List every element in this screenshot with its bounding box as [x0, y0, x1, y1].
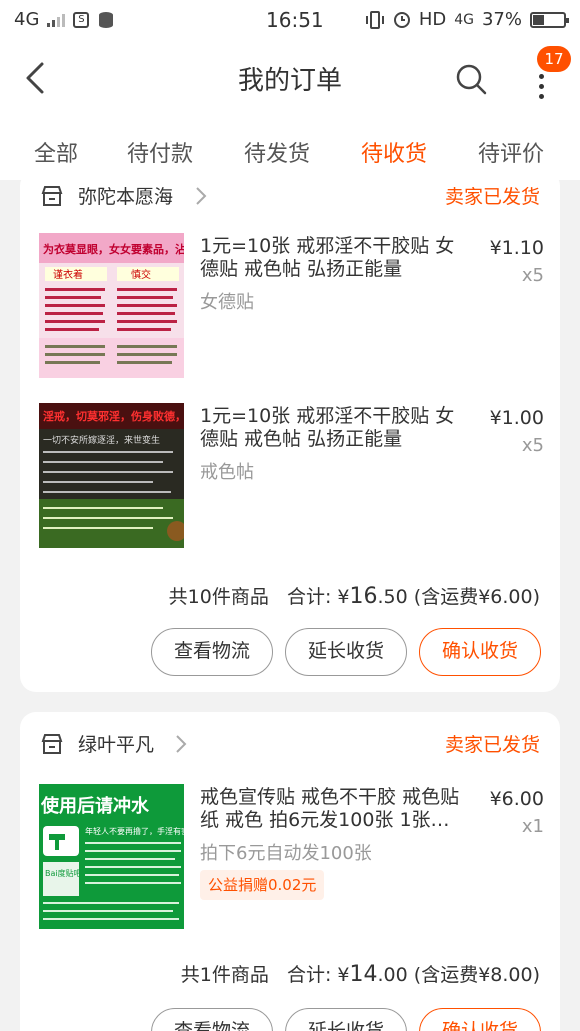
order-item[interactable]: 使用后请冲水 Bai度贴吧 戒色吧 年轻人不要再撸了，手淫有害 戒色宣传贴 戒色…	[20, 784, 560, 929]
total-label: 合计:	[286, 586, 332, 608]
alarm-icon	[393, 11, 410, 28]
status-bar: 4G S 16:51 HD 4G 37%	[0, 0, 580, 40]
thumbnail-logo: Bai度贴吧 戒色吧	[45, 868, 108, 878]
order-status: 卖家已发货	[444, 734, 540, 756]
extend-receipt-button[interactable]: 延长收货	[285, 628, 407, 676]
product-thumbnail: 为衣莫显眼，女女要素品，沾身更自爱，辛福文平 谨衣着 慎交	[39, 233, 184, 378]
product-thumbnail: 使用后请冲水 Bai度贴吧 戒色吧 年轻人不要再撸了，手淫有害	[39, 784, 184, 929]
total-amount-int: 14	[349, 962, 378, 987]
shop-name: 绿叶平凡	[78, 734, 155, 756]
thumbnail-headline: 淫戒，切莫邪淫，伤身败德，	[43, 409, 184, 423]
total-amount-dec: .00	[377, 964, 408, 986]
nav-header: 我的订单	[0, 40, 580, 118]
product-price: ¥1.10	[489, 237, 544, 259]
product-price: ¥1.00	[489, 407, 544, 429]
product-title: 1元=10张 戒邪淫不干胶贴 女德贴 戒色帖 弘扬正能量	[200, 235, 455, 280]
shop-name: 弥陀本愿海	[78, 186, 174, 208]
order-summary: 共1件商品 合计: ¥14.00 (含运费¥8.00)	[181, 960, 540, 987]
shop-row[interactable]: 弥陀本愿海 卖家已发货	[20, 170, 560, 226]
status-time: 16:51	[266, 8, 324, 32]
order-item[interactable]: 淫戒，切莫邪淫，伤身败德， 一切不安所嫁逐淫，来世变生 1元=10张 戒邪淫不干…	[20, 403, 560, 548]
charity-donation-tag: 公益捐赠0.02元	[200, 870, 325, 900]
view-logistics-button[interactable]: 查看物流	[151, 1008, 273, 1031]
total-currency: ¥	[337, 964, 350, 986]
shop-row[interactable]: 绿叶平凡 卖家已发货	[20, 718, 560, 774]
order-status: 卖家已发货	[444, 186, 540, 208]
order-card: 弥陀本愿海 卖家已发货 为衣莫显眼，女女要素品，沾身更自爱，辛福文平 谨衣着 慎…	[20, 170, 560, 692]
order-actions: 查看物流 延长收货 确认收货	[151, 628, 541, 676]
product-sku: 女德贴	[200, 292, 254, 313]
status-left: 4G S	[14, 9, 115, 30]
product-price: ¥6.00	[489, 788, 544, 810]
product-quantity: x5	[521, 435, 544, 456]
thumbnail-label-left: 谨衣着	[53, 268, 83, 281]
thumbnail-headline: 为衣莫显眼，女女要素品，沾身更自爱，辛福文平	[43, 242, 184, 256]
database-icon	[99, 11, 114, 28]
notification-badge: 17	[537, 46, 571, 72]
product-sku: 戒色帖	[200, 462, 254, 483]
product-quantity: x1	[521, 816, 544, 837]
thumbnail-headline: 使用后请冲水	[40, 795, 150, 817]
product-thumbnail: 淫戒，切莫邪淫，伤身败德， 一切不安所嫁逐淫，来世变生	[39, 403, 184, 548]
order-card: 绿叶平凡 卖家已发货 使用后请冲水 Bai度贴吧 戒色吧 年轻人不要再撸了，手淫…	[20, 712, 560, 1031]
confirm-receipt-button[interactable]: 确认收货	[419, 628, 541, 676]
extend-receipt-button[interactable]: 延长收货	[285, 1008, 407, 1031]
vibrate-icon	[365, 10, 384, 29]
total-amount-dec: .50	[377, 586, 408, 608]
product-quantity: x5	[521, 265, 544, 286]
order-summary: 共10件商品 合计: ¥16.50 (含运费¥6.00)	[169, 582, 540, 609]
item-count: 共10件商品	[168, 586, 269, 608]
thumbnail-caption: 一切不安所嫁逐淫，来世变生	[43, 434, 160, 446]
total-currency: ¥	[337, 586, 350, 608]
thumbnail-caption: 年轻人不要再撸了，手淫有害	[85, 826, 184, 836]
signal-icon	[47, 13, 66, 27]
order-actions: 查看物流 延长收货 确认收货	[151, 1008, 541, 1031]
search-icon[interactable]	[452, 60, 492, 100]
total-label: 合计:	[286, 964, 332, 986]
chevron-right-icon	[176, 735, 187, 753]
network-label: 4G	[14, 9, 40, 30]
shipping-fee: (含运费¥8.00)	[413, 964, 540, 986]
battery-percent: 37%	[481, 9, 522, 30]
product-title: 戒色宣传贴 戒色不干胶 戒色贴纸 戒色 拍6元发100张 1张…	[200, 786, 460, 831]
shop-icon	[41, 186, 63, 206]
tab-pending-receipt[interactable]: 待收货	[361, 136, 427, 168]
shop-icon	[41, 734, 63, 754]
battery-level-fill	[533, 14, 544, 25]
confirm-receipt-button[interactable]: 确认收货	[419, 1008, 541, 1031]
order-item[interactable]: 为衣莫显眼，女女要素品，沾身更自爱，辛福文平 谨衣着 慎交 1元=10张 戒邪淫…	[20, 233, 560, 378]
status-right: HD 4G 37%	[365, 9, 569, 30]
shipping-fee: (含运费¥6.00)	[413, 586, 540, 608]
page-title: 我的订单	[237, 66, 342, 96]
total-amount-int: 16	[349, 584, 378, 609]
view-logistics-button[interactable]: 查看物流	[151, 628, 273, 676]
sim-card-icon: S	[73, 11, 90, 28]
product-sku: 拍下6元自动发100张	[200, 843, 372, 864]
tab-pending-review[interactable]: 待评价	[478, 136, 544, 168]
network-right-label: 4G	[454, 11, 474, 28]
thumbnail-label-right: 慎交	[131, 268, 151, 281]
product-title: 1元=10张 戒邪淫不干胶贴 女德贴 戒色帖 弘扬正能量	[200, 405, 455, 450]
item-count: 共1件商品	[180, 964, 269, 986]
hd-label: HD	[418, 9, 447, 30]
tab-pending-shipment[interactable]: 待发货	[244, 136, 310, 168]
battery-icon	[530, 11, 569, 28]
tab-pending-payment[interactable]: 待付款	[127, 136, 193, 168]
chevron-right-icon	[196, 187, 207, 205]
tab-all[interactable]: 全部	[34, 136, 78, 168]
